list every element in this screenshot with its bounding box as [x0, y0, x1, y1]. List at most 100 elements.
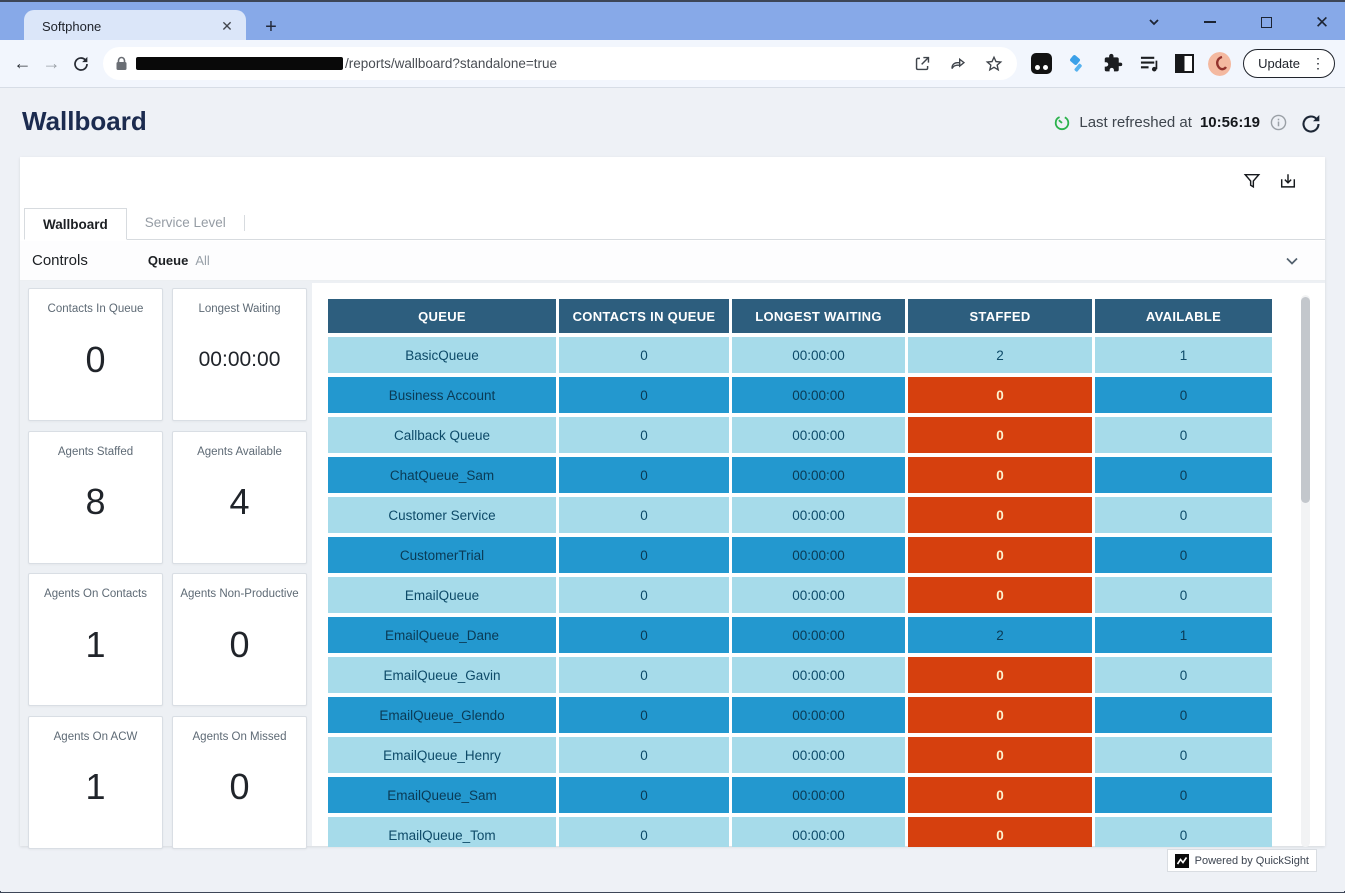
new-tab-button[interactable]: +: [258, 14, 284, 40]
extension-gavel-icon[interactable]: [1067, 53, 1088, 74]
cell-contacts_in_queue[interactable]: 0: [559, 737, 729, 773]
tab-close-icon[interactable]: ✕: [218, 17, 236, 35]
cell-longest_waiting[interactable]: 00:00:00: [732, 417, 905, 453]
window-close-button[interactable]: ✕: [1309, 9, 1335, 35]
cell-staffed[interactable]: 2: [908, 617, 1092, 653]
tab-search-chevron-icon[interactable]: [1141, 9, 1167, 35]
cell-contacts_in_queue[interactable]: 0: [559, 697, 729, 733]
export-download-icon[interactable]: [1279, 172, 1297, 190]
cell-contacts_in_queue[interactable]: 0: [559, 777, 729, 813]
kpi-card[interactable]: Longest Waiting00:00:00: [172, 288, 307, 421]
cell-queue[interactable]: EmailQueue_Henry: [328, 737, 556, 773]
table-scrollbar-thumb[interactable]: [1301, 297, 1310, 503]
table-scrollbar[interactable]: [1301, 295, 1310, 847]
kpi-card[interactable]: Contacts In Queue0: [28, 288, 163, 421]
cell-longest_waiting[interactable]: 00:00:00: [732, 617, 905, 653]
controls-collapse-chevron-icon[interactable]: [1283, 252, 1301, 270]
cell-staffed[interactable]: 0: [908, 817, 1092, 847]
cell-available[interactable]: 1: [1095, 617, 1272, 653]
kpi-card[interactable]: Agents Staffed8: [28, 431, 163, 564]
url-bar[interactable]: /reports/wallboard?standalone=true: [103, 47, 1017, 80]
cell-contacts_in_queue[interactable]: 0: [559, 377, 729, 413]
cell-queue[interactable]: BasicQueue: [328, 337, 556, 373]
cell-staffed[interactable]: 0: [908, 537, 1092, 573]
bookmark-star-icon[interactable]: [985, 55, 1003, 73]
reload-button[interactable]: [66, 49, 95, 79]
column-header[interactable]: QUEUE: [328, 299, 556, 333]
kpi-card[interactable]: Agents On Missed0: [172, 716, 307, 849]
extension-keyboard-icon[interactable]: [1031, 53, 1052, 74]
cell-staffed[interactable]: 0: [908, 577, 1092, 613]
cell-staffed[interactable]: 2: [908, 337, 1092, 373]
cell-contacts_in_queue[interactable]: 0: [559, 617, 729, 653]
cell-queue[interactable]: EmailQueue_Dane: [328, 617, 556, 653]
cell-staffed[interactable]: 0: [908, 697, 1092, 733]
column-header[interactable]: CONTACTS IN QUEUE: [559, 299, 729, 333]
kpi-card[interactable]: Agents Available4: [172, 431, 307, 564]
browser-tab-softphone[interactable]: Softphone ✕: [24, 10, 246, 42]
minimize-button[interactable]: [1197, 9, 1223, 35]
cell-staffed[interactable]: 0: [908, 377, 1092, 413]
cell-longest_waiting[interactable]: 00:00:00: [732, 817, 905, 847]
refresh-button[interactable]: [1299, 112, 1323, 136]
update-button[interactable]: Update ⋮: [1243, 49, 1335, 78]
cell-contacts_in_queue[interactable]: 0: [559, 457, 729, 493]
cell-longest_waiting[interactable]: 00:00:00: [732, 697, 905, 733]
cell-longest_waiting[interactable]: 00:00:00: [732, 497, 905, 533]
info-icon[interactable]: [1270, 114, 1287, 131]
cell-available[interactable]: 0: [1095, 737, 1272, 773]
cell-contacts_in_queue[interactable]: 0: [559, 537, 729, 573]
cell-queue[interactable]: EmailQueue: [328, 577, 556, 613]
cell-longest_waiting[interactable]: 00:00:00: [732, 337, 905, 373]
kpi-card[interactable]: Agents On ACW1: [28, 716, 163, 849]
cell-available[interactable]: 0: [1095, 457, 1272, 493]
cell-available[interactable]: 0: [1095, 577, 1272, 613]
cell-queue[interactable]: EmailQueue_Sam: [328, 777, 556, 813]
cell-available[interactable]: 0: [1095, 537, 1272, 573]
back-button[interactable]: ←: [8, 49, 37, 79]
cell-queue[interactable]: ChatQueue_Sam: [328, 457, 556, 493]
cell-queue[interactable]: Customer Service: [328, 497, 556, 533]
share-icon[interactable]: [949, 55, 967, 72]
forward-button[interactable]: →: [37, 49, 66, 79]
extension-dark-mode-icon[interactable]: [1175, 54, 1194, 73]
cell-contacts_in_queue[interactable]: 0: [559, 657, 729, 693]
column-header[interactable]: STAFFED: [908, 299, 1092, 333]
cell-available[interactable]: 0: [1095, 817, 1272, 847]
cell-longest_waiting[interactable]: 00:00:00: [732, 577, 905, 613]
cell-contacts_in_queue[interactable]: 0: [559, 817, 729, 847]
tab-service-level[interactable]: Service Level: [127, 207, 244, 239]
filter-icon[interactable]: [1243, 172, 1261, 190]
cell-staffed[interactable]: 0: [908, 417, 1092, 453]
extension-playlist-icon[interactable]: [1139, 54, 1160, 73]
cell-staffed[interactable]: 0: [908, 737, 1092, 773]
profile-avatar[interactable]: [1208, 52, 1231, 76]
cell-queue[interactable]: EmailQueue_Tom: [328, 817, 556, 847]
cell-queue[interactable]: EmailQueue_Gavin: [328, 657, 556, 693]
cell-contacts_in_queue[interactable]: 0: [559, 417, 729, 453]
cell-available[interactable]: 0: [1095, 377, 1272, 413]
cell-queue[interactable]: Callback Queue: [328, 417, 556, 453]
cell-available[interactable]: 0: [1095, 777, 1272, 813]
cell-longest_waiting[interactable]: 00:00:00: [732, 737, 905, 773]
cell-queue[interactable]: CustomerTrial: [328, 537, 556, 573]
column-header[interactable]: AVAILABLE: [1095, 299, 1272, 333]
browser-menu-kebab-icon[interactable]: ⋮: [1308, 55, 1328, 72]
cell-available[interactable]: 0: [1095, 497, 1272, 533]
queue-filter-value[interactable]: All: [195, 253, 209, 268]
cell-contacts_in_queue[interactable]: 0: [559, 337, 729, 373]
cell-queue[interactable]: EmailQueue_Glendo: [328, 697, 556, 733]
open-in-new-icon[interactable]: [914, 55, 931, 72]
kpi-card[interactable]: Agents On Contacts1: [28, 573, 163, 706]
cell-staffed[interactable]: 0: [908, 457, 1092, 493]
cell-available[interactable]: 0: [1095, 657, 1272, 693]
cell-available[interactable]: 1: [1095, 337, 1272, 373]
cell-longest_waiting[interactable]: 00:00:00: [732, 777, 905, 813]
column-header[interactable]: LONGEST WAITING: [732, 299, 905, 333]
cell-staffed[interactable]: 0: [908, 657, 1092, 693]
maximize-button[interactable]: [1253, 9, 1279, 35]
cell-longest_waiting[interactable]: 00:00:00: [732, 377, 905, 413]
cell-contacts_in_queue[interactable]: 0: [559, 497, 729, 533]
cell-longest_waiting[interactable]: 00:00:00: [732, 537, 905, 573]
cell-queue[interactable]: Business Account: [328, 377, 556, 413]
